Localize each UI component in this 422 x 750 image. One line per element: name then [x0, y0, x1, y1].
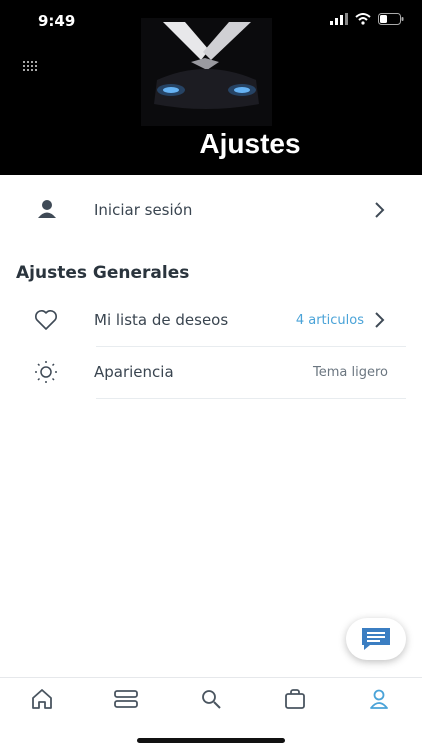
home-indicator — [137, 738, 285, 743]
header: 9:49 Ajustes — [0, 0, 422, 175]
tab-home[interactable] — [27, 686, 57, 712]
catalog-icon — [114, 690, 138, 708]
divider — [96, 398, 406, 399]
status-icons — [330, 13, 404, 25]
wishlist-label: Mi lista de deseos — [94, 311, 229, 329]
home-icon — [32, 689, 52, 709]
appearance-row[interactable]: Apariencia Tema ligero — [0, 347, 422, 399]
chevron-right-icon — [375, 202, 385, 218]
chat-button[interactable] — [346, 618, 406, 660]
wifi-icon — [355, 13, 371, 25]
person-icon — [38, 200, 56, 218]
appearance-label: Apariencia — [94, 363, 174, 381]
chevron-right-icon — [375, 312, 385, 328]
login-label: Iniciar sesión — [94, 201, 193, 219]
tab-catalog[interactable] — [111, 686, 141, 712]
sun-icon — [35, 361, 57, 383]
heart-icon — [35, 310, 57, 330]
tab-bag[interactable] — [280, 686, 310, 712]
search-icon — [202, 690, 221, 709]
dots-grid-icon[interactable] — [22, 60, 40, 74]
section-title: Ajustes Generales — [16, 263, 190, 283]
bag-icon — [285, 689, 305, 709]
appearance-value: Tema ligero — [313, 365, 388, 380]
chat-icon — [362, 628, 390, 650]
tab-profile[interactable] — [364, 686, 394, 712]
wishlist-count: 4 articulos — [295, 313, 364, 328]
login-row[interactable]: Iniciar sesión — [0, 185, 422, 235]
profile-icon — [370, 689, 388, 709]
brand-logo — [141, 18, 272, 126]
battery-icon — [378, 13, 404, 25]
status-time: 9:49 — [38, 12, 76, 30]
signal-icon — [330, 13, 348, 25]
page-title: Ajustes — [199, 128, 301, 159]
wishlist-row[interactable]: Mi lista de deseos 4 articulos — [0, 295, 422, 347]
tab-search[interactable] — [196, 686, 226, 712]
